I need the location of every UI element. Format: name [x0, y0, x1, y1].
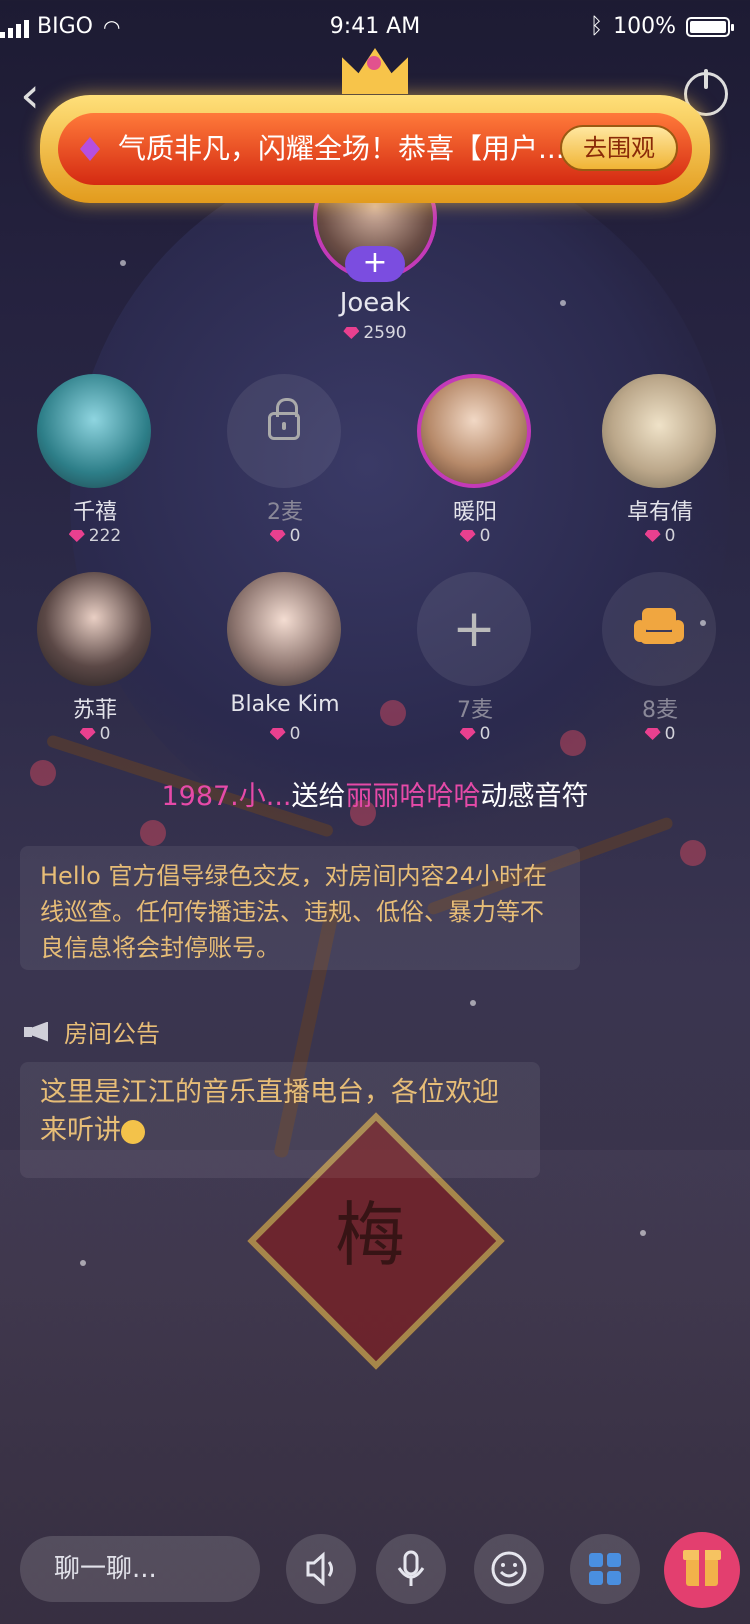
seat-8[interactable]: 8麦 0: [565, 572, 750, 752]
smiley-icon: [491, 1551, 527, 1587]
sofa-icon: [634, 608, 684, 648]
notice-content: 这里是江江的音乐直播电台，各位欢迎来听讲: [20, 1062, 540, 1178]
battery-percent: 100%: [613, 14, 676, 39]
banner-text: 气质非凡，闪耀全场！恭喜【用户...: [118, 132, 565, 165]
host-name: Joeak: [339, 288, 411, 318]
seat-name: 8麦: [642, 698, 678, 723]
gift-name: 动感音符: [480, 781, 589, 812]
seat-score: 0: [190, 526, 380, 546]
seat-score: 0: [0, 724, 190, 744]
seat-name: 苏菲: [72, 698, 117, 723]
seat-name: 7麦: [457, 698, 493, 723]
smile-emoji-icon: [121, 1119, 145, 1144]
more-apps-button[interactable]: [570, 1534, 640, 1604]
seat-score: 0: [380, 724, 570, 744]
seat-name: 暖阳: [452, 500, 497, 525]
microphone-button[interactable]: [376, 1534, 446, 1604]
avatar: [37, 572, 151, 686]
seat-score: 0: [380, 526, 570, 546]
megaphone-icon: [24, 1020, 52, 1044]
go-watch-button[interactable]: 去围观: [560, 125, 678, 171]
diamond-icon: [79, 728, 96, 740]
notice-text: 这里是江江的音乐直播电台，各位欢迎来听讲: [40, 1077, 499, 1146]
gift-action: 送给: [291, 781, 346, 812]
gift-button[interactable]: [664, 1532, 740, 1608]
microphone-icon: [397, 1550, 425, 1586]
gift-banner[interactable]: 气质非凡，闪耀全场！恭喜【用户... 去围观: [40, 95, 710, 203]
diamond-icon: [68, 530, 85, 542]
crown-gem: [367, 56, 381, 70]
seat-name: 2麦: [267, 500, 303, 525]
speaker-toggle-button[interactable]: [286, 1534, 356, 1604]
seat-4[interactable]: 卓有倩 0: [565, 374, 750, 554]
seat-name: 千禧: [72, 500, 117, 525]
avatar: [227, 572, 341, 686]
chat-input[interactable]: 聊一聊...: [20, 1536, 260, 1602]
avatar: [417, 374, 531, 488]
avatar: [37, 374, 151, 488]
emoji-button[interactable]: [474, 1534, 544, 1604]
seat-1[interactable]: 千禧 222: [0, 374, 190, 554]
seat-name: Blake Kim: [230, 692, 340, 717]
avatar: [602, 374, 716, 488]
seat-7[interactable]: + 7麦 0: [380, 572, 570, 752]
plus-icon: +: [452, 599, 496, 659]
diamond-icon: [459, 530, 476, 542]
bluetooth-icon: ᛒ: [589, 14, 604, 39]
seat-score: 0: [565, 526, 750, 546]
seat-score: 0: [565, 724, 750, 744]
seat-score: 0: [190, 724, 380, 744]
notice-title: 房间公告: [64, 1020, 160, 1048]
diamond-icon: [644, 728, 661, 740]
battery-icon: [686, 16, 734, 37]
seat-6[interactable]: Blake Kim 0: [190, 572, 380, 752]
gift-message: 1987.小...送给丽丽哈哈哈动感音符: [0, 774, 750, 813]
seat-3[interactable]: 暖阳 0: [380, 374, 570, 554]
seat-5[interactable]: 苏菲 0: [0, 572, 190, 752]
diamond-icon: [644, 530, 661, 542]
gift-sender[interactable]: 1987.小...: [161, 781, 291, 812]
seat-name: 卓有倩: [626, 500, 693, 525]
seat-score: 222: [0, 526, 190, 546]
host-score: 2590: [0, 323, 750, 343]
room-rules: Hello 官方倡导绿色交友，对房间内容24小时在线巡查。任何传播违法、违规、低…: [20, 846, 580, 970]
diamond-icon: [269, 530, 286, 542]
gift-receiver[interactable]: 丽丽哈哈哈: [346, 781, 481, 812]
diamond-icon: [459, 728, 476, 740]
speaker-icon: [306, 1551, 333, 1587]
grid-icon: [589, 1553, 621, 1585]
diamond-icon: [343, 327, 360, 339]
notice-header: 房间公告: [24, 1014, 160, 1049]
gift-icon: [683, 1550, 721, 1586]
follow-host-button[interactable]: +: [345, 246, 405, 282]
lock-icon: [268, 398, 300, 440]
seat-2[interactable]: 2麦 0: [190, 374, 380, 554]
diamond-icon: [269, 728, 286, 740]
gem-icon: [80, 137, 100, 161]
